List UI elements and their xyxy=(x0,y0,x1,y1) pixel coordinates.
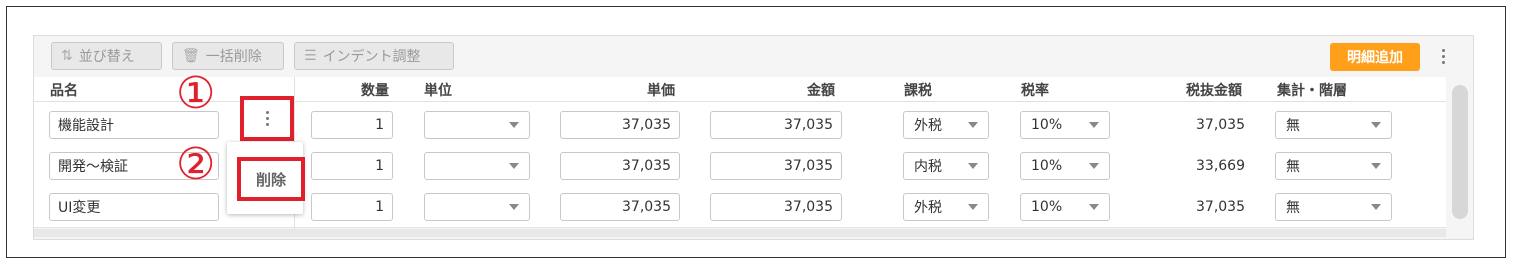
chevron-down-icon xyxy=(1371,204,1381,210)
chevron-down-icon xyxy=(968,204,978,210)
quantity-input[interactable]: 1 xyxy=(311,111,393,139)
tax-type-select[interactable]: 外税 xyxy=(903,111,989,139)
column-header-name: 品名 xyxy=(50,83,78,99)
chevron-down-icon xyxy=(968,163,978,169)
column-header-net: 税抜金額 xyxy=(1186,83,1242,99)
dot-icon xyxy=(265,111,269,114)
bulk-delete-label: 一括削除 xyxy=(205,49,262,65)
unit-select[interactable] xyxy=(424,152,530,180)
vertical-scrollbar[interactable] xyxy=(1452,85,1468,219)
chevron-down-icon xyxy=(1371,122,1381,128)
more-options-icon[interactable] xyxy=(1435,42,1451,70)
sort-label: 並び替え xyxy=(78,49,135,65)
tax-type-select[interactable]: 内税 xyxy=(903,152,989,180)
annotation-two: ② xyxy=(176,139,216,190)
tax-type-value: 外税 xyxy=(914,200,942,216)
unit-price-input[interactable]: 37,035 xyxy=(560,111,680,139)
tax-type-value: 外税 xyxy=(914,118,942,134)
chevron-down-icon xyxy=(1089,204,1099,210)
delete-menu-item[interactable]: 削除 xyxy=(237,157,305,201)
unit-price-input[interactable]: 37,035 xyxy=(560,193,680,221)
unit-select[interactable] xyxy=(424,193,530,221)
tax-rate-value: 10% xyxy=(1031,199,1063,215)
sort-button[interactable]: ⇅ 並び替え xyxy=(51,42,162,70)
indent-label: インデント調整 xyxy=(322,49,421,65)
net-amount: 33,669 xyxy=(1196,158,1245,174)
tax-rate-value: 10% xyxy=(1031,117,1063,133)
quantity-input[interactable]: 1 xyxy=(311,152,393,180)
dot-icon xyxy=(265,123,269,126)
annotation-one: ① xyxy=(176,68,216,119)
table-footer xyxy=(34,229,1446,237)
column-header-rate: 税率 xyxy=(1021,83,1049,99)
aggregate-select[interactable]: 無 xyxy=(1275,193,1392,221)
tax-type-select[interactable]: 外税 xyxy=(903,193,989,221)
trash-icon: 🗑 xyxy=(182,48,200,64)
unit-select[interactable] xyxy=(424,111,530,139)
column-header-price: 単価 xyxy=(647,83,675,99)
aggregate-value: 無 xyxy=(1286,159,1300,175)
column-header-aggregate: 集計・階層 xyxy=(1277,83,1347,99)
net-amount: 37,035 xyxy=(1196,117,1245,133)
amount-input[interactable]: 37,035 xyxy=(710,152,842,180)
chevron-down-icon xyxy=(509,122,519,128)
aggregate-value: 無 xyxy=(1286,200,1300,216)
tax-rate-select[interactable]: 10% xyxy=(1020,193,1110,221)
chevron-down-icon xyxy=(1371,163,1381,169)
column-header-unit: 単位 xyxy=(424,83,452,99)
chevron-down-icon xyxy=(968,122,978,128)
add-detail-button[interactable]: 明細追加 xyxy=(1330,43,1420,71)
aggregate-select[interactable]: 無 xyxy=(1275,152,1392,180)
item-name-input[interactable]: UI変更 xyxy=(49,193,219,221)
aggregate-value: 無 xyxy=(1286,118,1300,134)
row-menu-button[interactable] xyxy=(240,96,294,141)
tax-type-value: 内税 xyxy=(914,159,942,175)
chevron-down-icon xyxy=(509,204,519,210)
amount-input[interactable]: 37,035 xyxy=(710,193,842,221)
bulk-delete-button[interactable]: 🗑 一括削除 xyxy=(172,42,284,70)
unit-price-input[interactable]: 37,035 xyxy=(560,152,680,180)
net-amount: 37,035 xyxy=(1196,199,1245,215)
tax-rate-value: 10% xyxy=(1031,158,1063,174)
sort-icon: ⇅ xyxy=(61,48,73,64)
indent-adjust-button[interactable]: ☰ インデント調整 xyxy=(294,42,454,70)
column-header-tax: 課税 xyxy=(904,83,932,99)
dot-icon xyxy=(265,117,269,120)
amount-input[interactable]: 37,035 xyxy=(710,111,842,139)
chevron-down-icon xyxy=(509,163,519,169)
tax-rate-select[interactable]: 10% xyxy=(1020,152,1110,180)
column-header-amount: 金額 xyxy=(807,83,835,99)
aggregate-select[interactable]: 無 xyxy=(1275,111,1392,139)
chevron-down-icon xyxy=(1089,122,1099,128)
column-header-qty: 数量 xyxy=(361,83,389,99)
quantity-input[interactable]: 1 xyxy=(311,193,393,221)
indent-icon: ☰ xyxy=(304,48,317,64)
tax-rate-select[interactable]: 10% xyxy=(1020,111,1110,139)
chevron-down-icon xyxy=(1089,163,1099,169)
